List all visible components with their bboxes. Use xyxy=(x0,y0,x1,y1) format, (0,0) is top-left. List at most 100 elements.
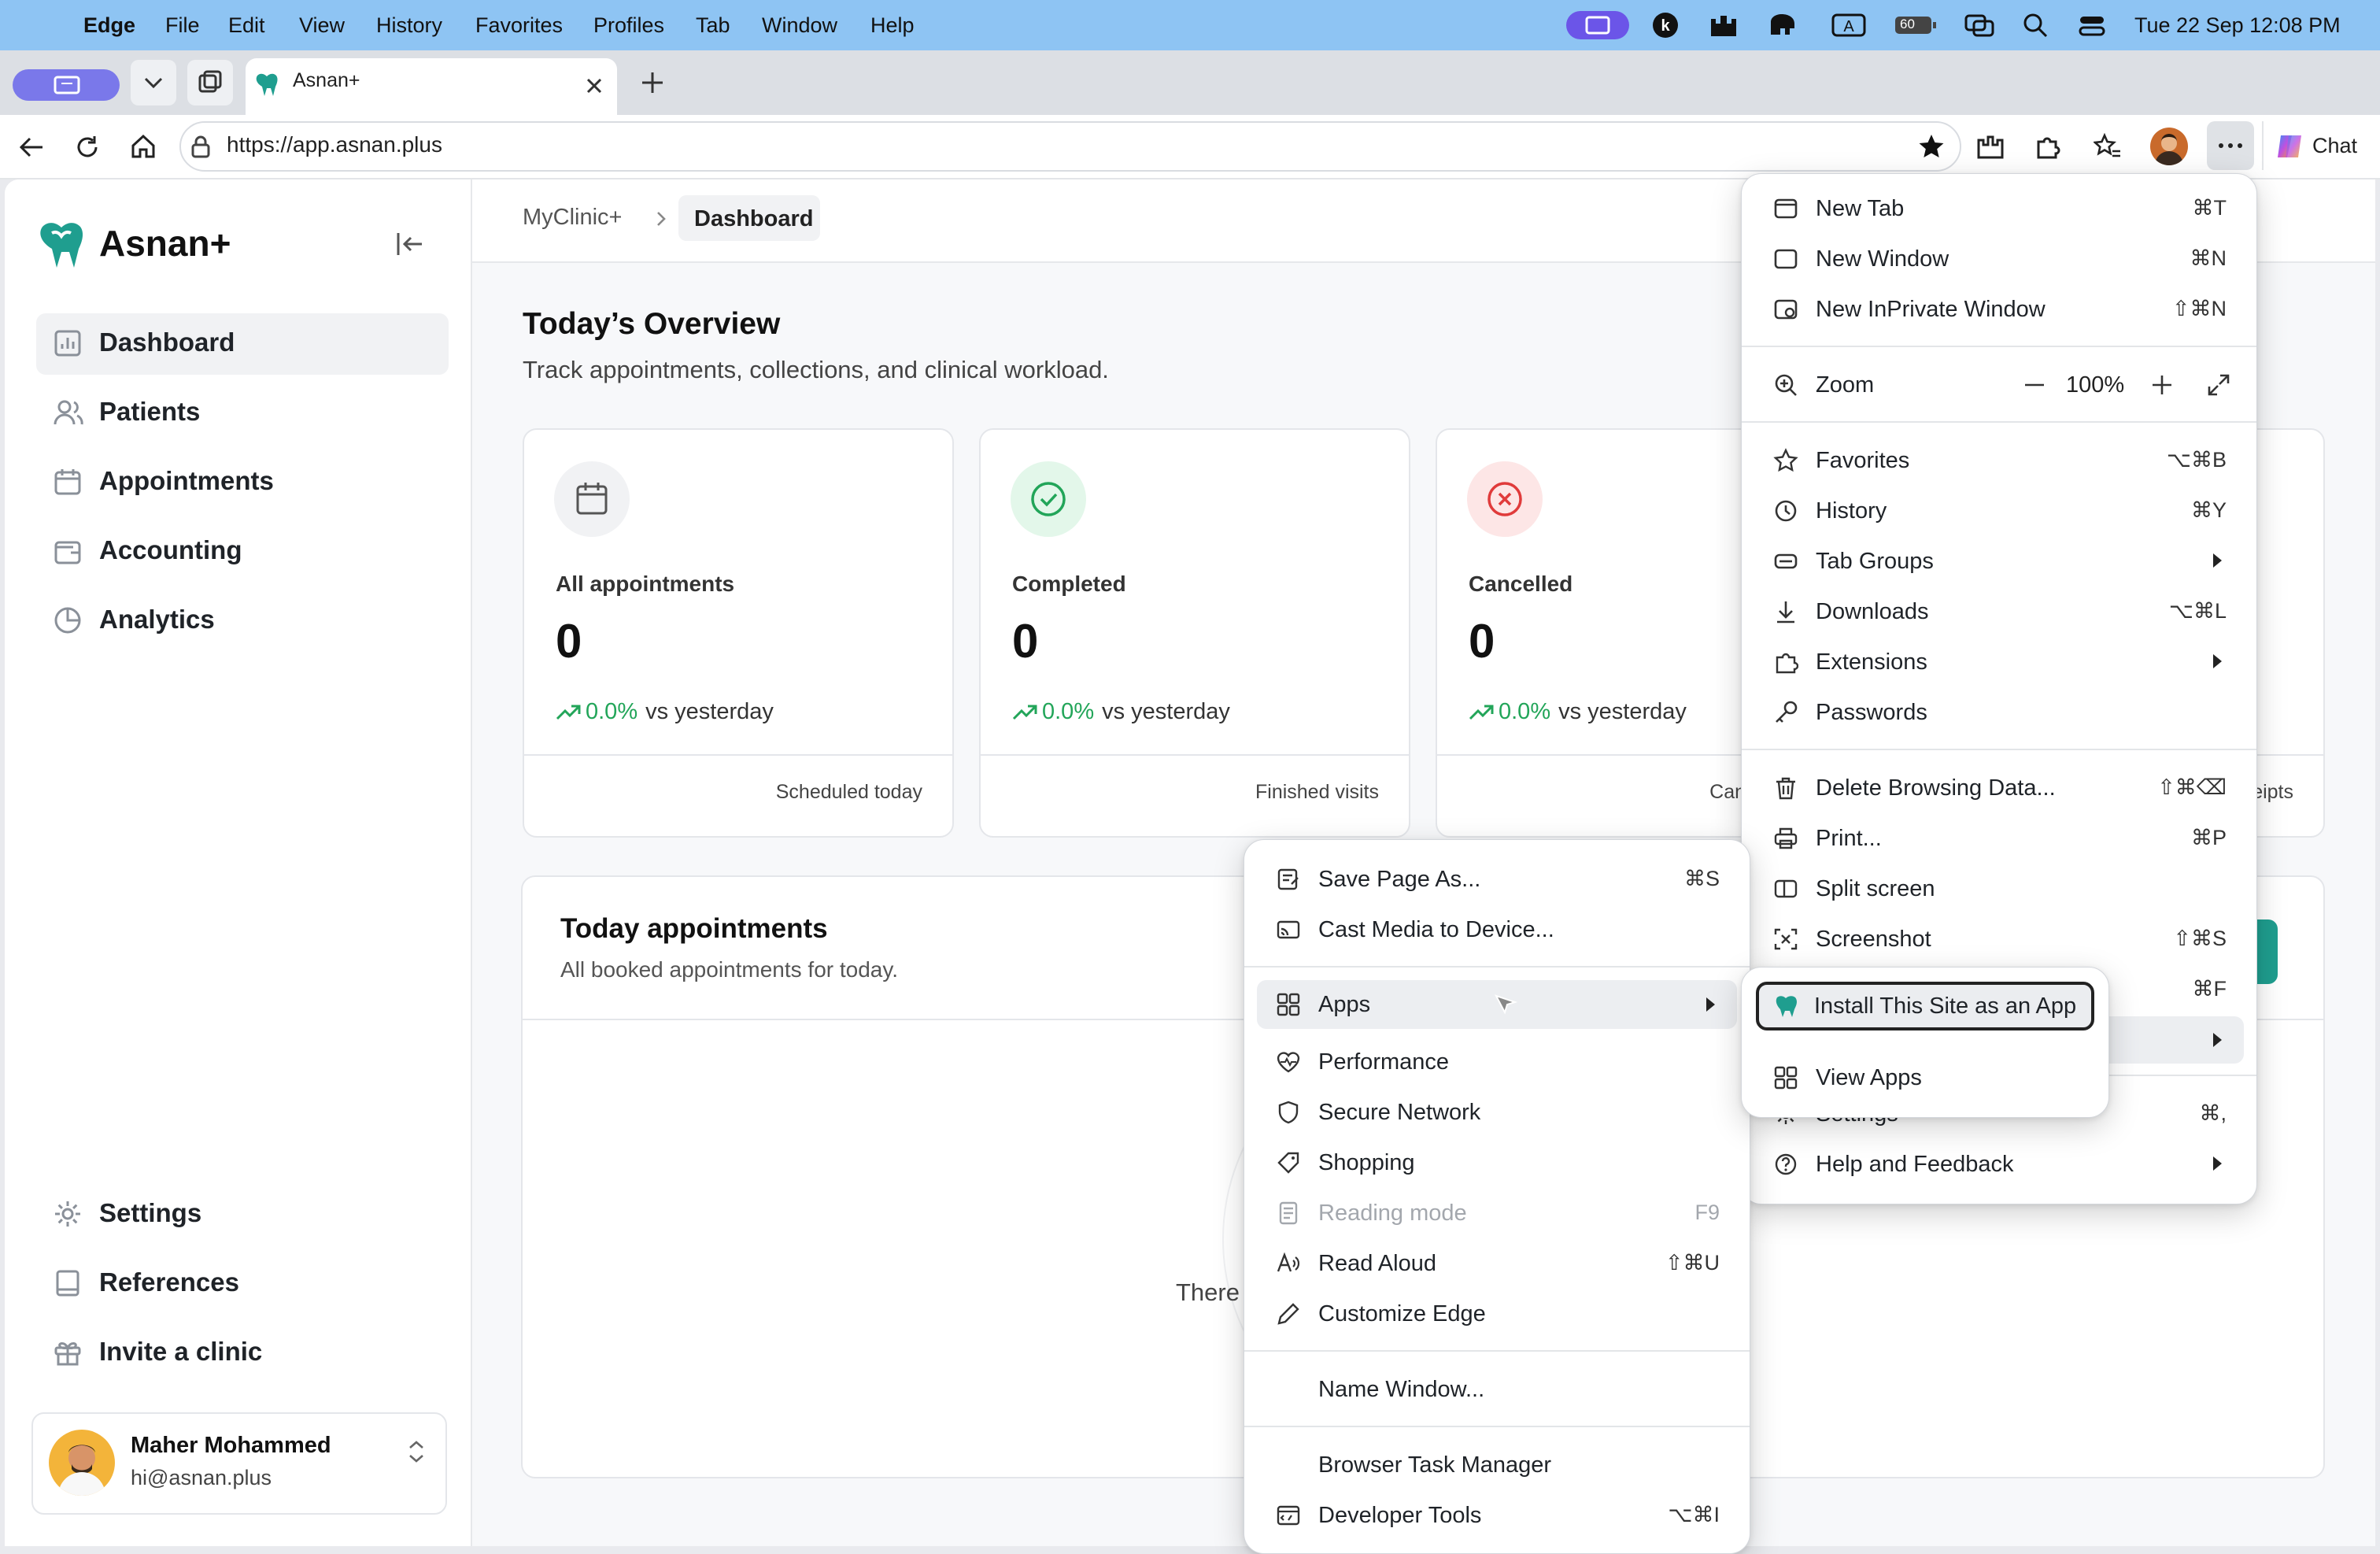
sidebar-item-settings[interactable]: Settings xyxy=(36,1184,449,1245)
screen-mirror-icon[interactable] xyxy=(1963,11,1996,39)
screen-share-status-icon[interactable] xyxy=(1566,11,1629,39)
menu-item-name-window[interactable]: Name Window... xyxy=(1257,1367,1737,1412)
sidebar-item-appointments[interactable]: Appointments xyxy=(36,452,449,513)
menu-item-shopping[interactable]: Shopping xyxy=(1257,1141,1737,1185)
menu-profiles[interactable]: Profiles xyxy=(593,0,664,50)
menu-view[interactable]: View xyxy=(299,0,345,50)
user-profile-card[interactable]: Maher Mohammed hi@asnan.plus xyxy=(31,1412,447,1515)
menu-item-apps[interactable]: Apps xyxy=(1257,980,1737,1029)
zoom-in-plus-icon[interactable] xyxy=(2149,372,2175,398)
menu-item-performance[interactable]: Performance xyxy=(1257,1040,1737,1084)
menu-item-extensions[interactable]: Extensions xyxy=(1754,640,2244,684)
tab-actions-chevron-icon[interactable] xyxy=(131,60,176,105)
menu-item-new-inprivate-window[interactable]: New InPrivate Window ⇧⌘N xyxy=(1754,287,2244,331)
menu-window[interactable]: Window xyxy=(762,0,837,50)
menu-item-label: View Apps xyxy=(1816,1065,1922,1090)
extension-castle-icon[interactable] xyxy=(1975,132,2004,161)
sidebar-item-label: Settings xyxy=(99,1198,202,1227)
menu-item-label: New InPrivate Window xyxy=(1816,297,2046,322)
menu-item-delete-browsing-data[interactable]: Delete Browsing Data... ⇧⌘⌫ xyxy=(1754,766,2244,810)
menu-item-passwords[interactable]: Passwords xyxy=(1754,690,2244,734)
menu-item-print[interactable]: Print... ⌘P xyxy=(1754,816,2244,860)
control-center-icon[interactable] xyxy=(2078,11,2106,39)
favorites-list-icon[interactable] xyxy=(2094,132,2122,161)
menu-help[interactable]: Help xyxy=(870,0,915,50)
favorite-star-icon[interactable] xyxy=(1917,132,1946,161)
menu-item-secure-network[interactable]: Secure Network xyxy=(1257,1090,1737,1134)
new-tab-plus-icon[interactable] xyxy=(639,69,666,96)
workspaces-button[interactable] xyxy=(13,69,120,101)
elephant-status-icon[interactable] xyxy=(1766,11,1801,39)
menu-tab[interactable]: Tab xyxy=(696,0,730,50)
sidebar-item-invite-clinic[interactable]: Invite a clinic xyxy=(36,1323,449,1384)
menu-item-shortcut: ⇧⌘N xyxy=(2171,297,2227,320)
menu-item-read-aloud[interactable]: Read Aloud ⇧⌘U xyxy=(1257,1241,1737,1286)
shield-icon xyxy=(1278,1101,1299,1124)
save-page-icon xyxy=(1277,868,1299,890)
chevron-up-down-icon[interactable] xyxy=(406,1437,427,1466)
menu-item-save-page-as[interactable]: Save Page As... ⌘S xyxy=(1257,857,1737,901)
copilot-chat-button[interactable]: Chat xyxy=(2262,121,2380,170)
menu-item-cast-media[interactable]: Cast Media to Device... xyxy=(1257,908,1737,952)
profile-avatar[interactable] xyxy=(2150,128,2188,165)
zoom-out-minus-icon[interactable] xyxy=(2022,374,2047,396)
breadcrumb-chevron-icon xyxy=(653,208,669,230)
menu-item-shortcut: ⌘P xyxy=(2190,826,2227,849)
menu-item-tab-groups[interactable]: Tab Groups xyxy=(1754,539,2244,583)
clock[interactable]: Tue 22 Sep 12:08 PM xyxy=(2134,0,2341,50)
battery-icon[interactable]: 60 xyxy=(1894,11,1938,39)
collapse-sidebar-icon[interactable] xyxy=(394,228,425,260)
sidebar-item-patients[interactable]: Patients xyxy=(36,383,449,444)
sidebar-item-references[interactable]: References xyxy=(36,1253,449,1315)
menu-item-downloads[interactable]: Downloads ⌥⌘L xyxy=(1754,590,2244,634)
more-tools-submenu: Save Page As... ⌘S Cast Media to Device..… xyxy=(1244,839,1750,1554)
printer-icon xyxy=(1774,827,1798,849)
menu-item-install-site-as-app[interactable]: Install This Site as an App xyxy=(1756,982,2094,1030)
menu-edit[interactable]: Edit xyxy=(228,0,265,50)
spotlight-search-icon[interactable] xyxy=(2021,11,2049,39)
back-arrow-icon[interactable] xyxy=(17,134,46,161)
home-icon[interactable] xyxy=(129,132,157,161)
menu-favorites[interactable]: Favorites xyxy=(475,0,563,50)
sidebar-item-analytics[interactable]: Analytics xyxy=(36,590,449,652)
stat-vs: vs yesterday xyxy=(645,699,774,724)
menu-item-new-tab[interactable]: New Tab ⌘T xyxy=(1754,187,2244,231)
k-app-status-icon[interactable]: k xyxy=(1651,11,1680,39)
menu-item-developer-tools[interactable]: Developer Tools ⌥⌘I xyxy=(1257,1493,1737,1537)
menu-item-screenshot[interactable]: Screenshot ⇧⌘S xyxy=(1754,917,2244,961)
extensions-puzzle-icon[interactable] xyxy=(2034,132,2062,161)
menu-item-history[interactable]: History ⌘Y xyxy=(1754,489,2244,533)
menu-item-view-apps[interactable]: View Apps xyxy=(1754,1056,2096,1100)
menu-item-customize-edge[interactable]: Customize Edge xyxy=(1257,1292,1737,1336)
sidebar-item-accounting[interactable]: Accounting xyxy=(36,521,449,583)
asnan-tooth-icon xyxy=(1776,996,1797,1017)
new-tab-icon xyxy=(1774,198,1798,219)
menu-item-favorites[interactable]: Favorites ⌥⌘B xyxy=(1754,438,2244,483)
address-bar[interactable] xyxy=(179,121,1961,172)
breadcrumb-root[interactable]: MyClinic+ xyxy=(523,205,623,231)
pie-chart-icon xyxy=(54,607,81,634)
menu-item-help-and-feedback[interactable]: Help and Feedback xyxy=(1754,1142,2244,1186)
menu-file[interactable]: File xyxy=(165,0,200,50)
menu-item-shortcut: ⌘F xyxy=(2192,977,2227,1001)
menu-item-label: Screenshot xyxy=(1816,927,1931,952)
submenu-arrow-icon xyxy=(2213,553,2222,568)
menu-item-browser-task-manager[interactable]: Browser Task Manager xyxy=(1257,1443,1737,1487)
url-text[interactable]: https://app.asnan.plus xyxy=(227,132,442,157)
refresh-icon[interactable] xyxy=(74,134,101,161)
tab-close-icon[interactable] xyxy=(582,74,606,98)
menu-item-new-window[interactable]: New Window ⌘N xyxy=(1754,237,2244,281)
menu-app-name[interactable]: Edge xyxy=(83,0,135,50)
castle-status-icon[interactable] xyxy=(1708,11,1739,39)
stat-footer: Scheduled today xyxy=(775,781,922,803)
settings-and-more-button[interactable] xyxy=(2207,121,2254,170)
sidebar-item-dashboard[interactable]: Dashboard xyxy=(36,313,449,375)
trend-up-icon xyxy=(556,705,581,720)
fullscreen-expand-icon[interactable] xyxy=(2206,372,2231,398)
menu-history[interactable]: History xyxy=(376,0,442,50)
lock-icon[interactable] xyxy=(189,135,213,159)
stat-trend: 0.0% vs yesterday xyxy=(556,699,774,725)
input-source-icon[interactable]: A xyxy=(1831,11,1867,39)
menu-item-split-screen[interactable]: Split screen xyxy=(1754,867,2244,911)
tab-collections-icon[interactable] xyxy=(187,60,233,105)
